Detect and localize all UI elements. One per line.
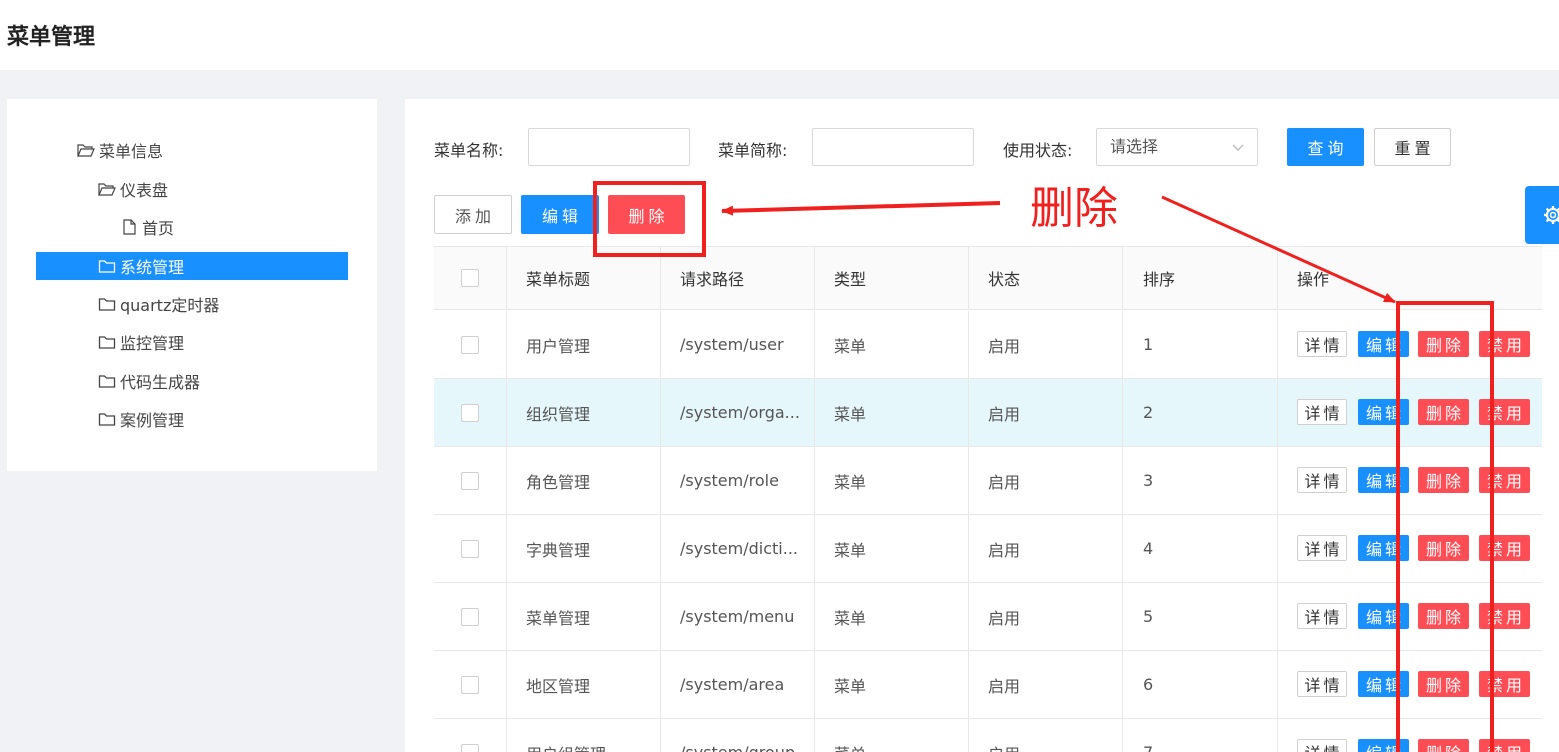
annotation-arrow-right xyxy=(1161,195,1396,304)
annotation-box-toolbar-delete xyxy=(593,181,706,257)
annotation-label: 删除 xyxy=(1030,183,1118,234)
annotation-box-row-delete xyxy=(1396,301,1494,752)
annotation-overlay xyxy=(593,181,1494,752)
annotation-arrow-left xyxy=(721,201,1001,216)
